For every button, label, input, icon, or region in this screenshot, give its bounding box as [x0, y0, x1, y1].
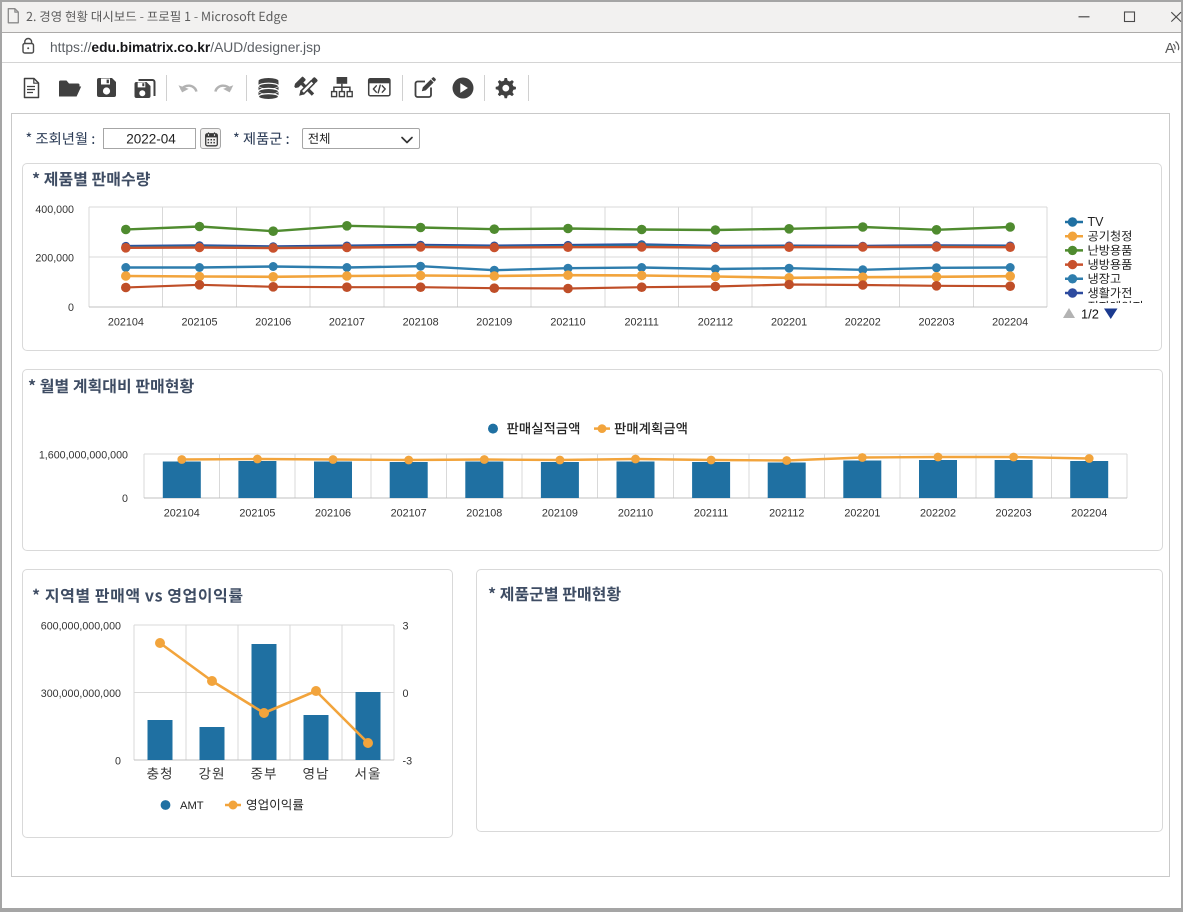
- svg-text:202105: 202105: [239, 507, 275, 519]
- svg-text:AMT: AMT: [180, 800, 204, 812]
- svg-text:202201: 202201: [844, 507, 880, 519]
- svg-text:202105: 202105: [182, 317, 218, 329]
- svg-text:202110: 202110: [550, 317, 585, 329]
- svg-text:202203: 202203: [996, 507, 1032, 519]
- svg-text:202112: 202112: [698, 317, 733, 329]
- svg-text:0: 0: [122, 493, 128, 505]
- svg-text:202112: 202112: [769, 507, 804, 519]
- svg-text:202107: 202107: [391, 507, 427, 519]
- svg-text:202106: 202106: [315, 507, 351, 519]
- svg-text:0: 0: [403, 688, 409, 700]
- svg-text:1,600,000,000,000: 1,600,000,000,000: [39, 449, 128, 461]
- svg-text:202202: 202202: [920, 507, 956, 519]
- svg-text:202111: 202111: [624, 317, 658, 329]
- svg-text:202109: 202109: [542, 507, 578, 519]
- svg-text:400,000: 400,000: [35, 204, 74, 216]
- svg-text:202104: 202104: [164, 507, 200, 519]
- svg-text:0: 0: [115, 755, 121, 767]
- svg-text:200,000: 200,000: [35, 252, 74, 264]
- svg-text:202109: 202109: [476, 317, 512, 329]
- svg-text:202108: 202108: [466, 507, 502, 519]
- svg-text:202203: 202203: [918, 317, 954, 329]
- svg-text:202104: 202104: [108, 317, 144, 329]
- svg-text:202202: 202202: [845, 317, 881, 329]
- svg-text:300,000,000,000: 300,000,000,000: [41, 688, 121, 700]
- svg-text:0: 0: [68, 302, 74, 314]
- svg-text:1/2: 1/2: [1081, 307, 1099, 322]
- svg-text:202106: 202106: [255, 317, 291, 329]
- svg-text:202107: 202107: [329, 317, 365, 329]
- svg-text:202108: 202108: [403, 317, 439, 329]
- svg-text:https://edu.bimatrix.co.kr/AUD: https://edu.bimatrix.co.kr/AUD/designer.…: [50, 40, 321, 55]
- svg-text:A: A: [1165, 41, 1175, 57]
- svg-text:600,000,000,000: 600,000,000,000: [41, 620, 121, 632]
- svg-text:2022-04: 2022-04: [126, 132, 176, 147]
- svg-text:202204: 202204: [992, 317, 1028, 329]
- svg-text:202204: 202204: [1071, 507, 1107, 519]
- svg-text:202111: 202111: [694, 507, 728, 519]
- svg-text:-3: -3: [403, 755, 413, 767]
- svg-text:202110: 202110: [618, 507, 653, 519]
- svg-text:3: 3: [403, 620, 409, 632]
- svg-text:202201: 202201: [771, 317, 807, 329]
- svg-text:TV: TV: [1088, 215, 1105, 229]
